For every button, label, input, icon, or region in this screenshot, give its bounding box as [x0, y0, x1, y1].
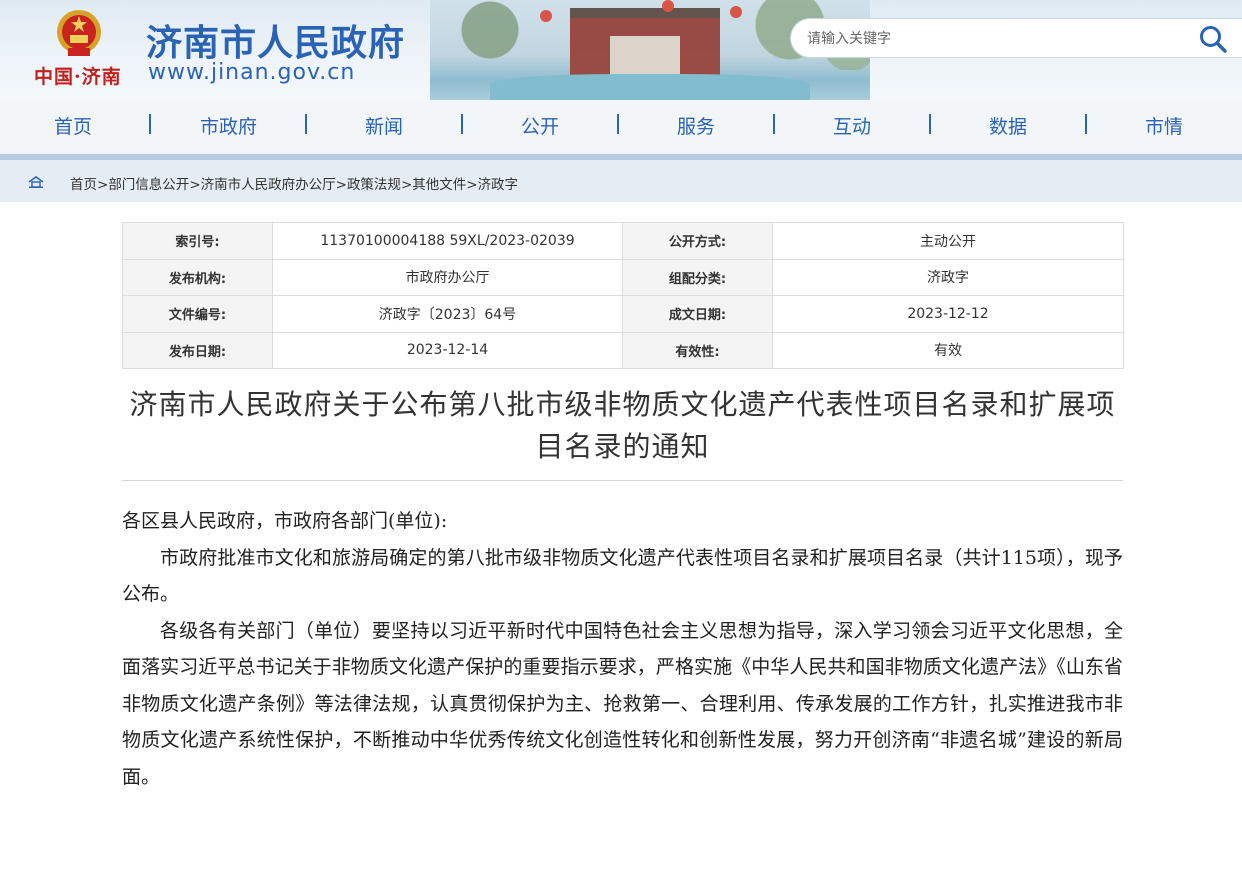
nav-item-city-info[interactable]: 市情: [1145, 112, 1183, 139]
search-icon[interactable]: [1198, 24, 1228, 54]
table-row: 发布机构: 市政府办公厅 组配分类: 济政字: [122, 258, 1124, 296]
meta-value-issuing-agency: 市政府办公厅: [272, 258, 623, 296]
meta-key-category: 组配分类:: [622, 258, 773, 296]
table-row: 文件编号: 济政字〔2023〕64号 成文日期: 2023-12-12: [122, 295, 1124, 333]
document-metadata-table: 索引号: 11370100004188 59XL/2023-02039 公开方式…: [122, 222, 1124, 369]
breadcrumb: 首页>部门信息公开>济南市人民政府办公厅>政策法规>其他文件>济政字: [70, 173, 518, 193]
meta-value-validity: 有效: [772, 331, 1124, 369]
breadcrumb-item-dept-info[interactable]: 部门信息公开: [108, 177, 189, 193]
search-input[interactable]: [805, 27, 1189, 51]
meta-value-category: 济政字: [772, 258, 1124, 296]
document-salutation: 各区县人民政府，市政府各部门(单位):: [122, 510, 448, 532]
table-row: 发布日期: 2023-12-14 有效性: 有效: [122, 331, 1124, 369]
nav-item-public[interactable]: 公开: [521, 112, 559, 139]
main-nav: 首页 市政府 新闻 公开 服务 互动 数据 市情: [0, 100, 1242, 154]
meta-key-index-number: 索引号:: [122, 222, 273, 260]
nav-item-home[interactable]: 首页: [54, 112, 92, 139]
breadcrumb-separator: >: [97, 177, 109, 193]
document-title: 济南市人民政府关于公布第八批市级非物质文化遗产代表性项目名录和扩展项目名录的通知: [129, 388, 1116, 463]
meta-key-disclosure-method: 公开方式:: [622, 222, 773, 260]
meta-value-publish-date: 2023-12-14: [272, 331, 623, 369]
city-brand-logo: 中国·济南: [34, 66, 122, 88]
meta-key-validity: 有效性:: [622, 331, 773, 369]
breadcrumb-item-policies[interactable]: 政策法规: [347, 177, 401, 193]
search-box: [790, 18, 1242, 58]
breadcrumb-item-other-docs[interactable]: 其他文件: [412, 177, 466, 193]
meta-value-disclosure-method: 主动公开: [772, 222, 1124, 260]
meta-value-document-number: 济政字〔2023〕64号: [272, 295, 623, 333]
breadcrumb-separator: >: [189, 177, 201, 193]
meta-value-index-number: 11370100004188 59XL/2023-02039: [272, 222, 623, 260]
nav-separator: [1085, 114, 1087, 134]
site-title[interactable]: 济南市人民政府: [146, 14, 405, 66]
site-url: www.jinan.gov.cn: [148, 60, 356, 85]
nav-item-interaction[interactable]: 互动: [833, 112, 871, 139]
document-paragraph: 各级各有关部门（单位）要坚持以习近平新时代中国特色社会主义思想为指导，深入学习领…: [122, 619, 1123, 788]
meta-key-document-number: 文件编号:: [122, 295, 273, 333]
document-paragraph: 市政府批准市文化和旅游局确定的第八批市级非物质文化遗产代表性项目名录和扩展项目名…: [122, 546, 1123, 606]
nav-separator: [929, 114, 931, 134]
national-emblem-icon: [57, 10, 101, 56]
breadcrumb-separator: >: [400, 177, 413, 193]
meta-value-written-date: 2023-12-12: [772, 295, 1124, 333]
meta-key-written-date: 成文日期:: [622, 295, 773, 333]
meta-key-issuing-agency: 发布机构:: [122, 258, 273, 296]
meta-key-publish-date: 发布日期:: [122, 331, 273, 369]
breadcrumb-separator: >: [335, 177, 347, 193]
title-divider: [122, 480, 1123, 481]
table-row: 索引号: 11370100004188 59XL/2023-02039 公开方式…: [122, 222, 1124, 260]
nav-item-data[interactable]: 数据: [989, 112, 1027, 139]
breadcrumb-item-current[interactable]: 济政字: [478, 177, 519, 193]
nav-separator: [773, 114, 775, 134]
breadcrumb-separator: >: [466, 177, 478, 193]
nav-item-service[interactable]: 服务: [677, 112, 715, 139]
nav-separator: [305, 114, 307, 134]
breadcrumb-item-general-office[interactable]: 济南市人民政府办公厅: [201, 177, 336, 193]
nav-item-news[interactable]: 新闻: [365, 112, 403, 139]
nav-separator: [461, 114, 463, 134]
nav-separator: [149, 114, 151, 134]
nav-separator: [617, 114, 619, 134]
breadcrumb-item-home[interactable]: 首页: [70, 177, 97, 193]
home-icon[interactable]: [28, 176, 44, 188]
document-body: 各区县人民政府，市政府各部门(单位): 市政府批准市文化和旅游局确定的第八批市级…: [122, 503, 1123, 795]
nav-item-government[interactable]: 市政府: [200, 112, 257, 139]
